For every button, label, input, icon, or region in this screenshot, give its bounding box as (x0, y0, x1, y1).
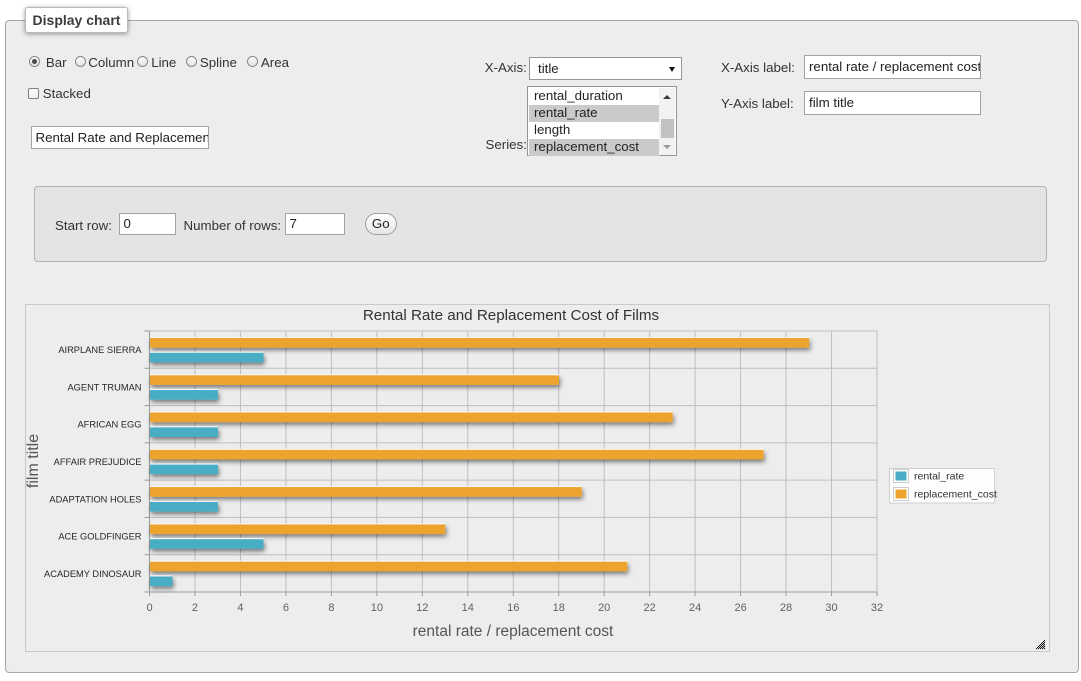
svg-text:replacement_cost: replacement_cost (914, 489, 997, 501)
svg-text:24: 24 (689, 602, 701, 614)
svg-text:16: 16 (507, 602, 519, 614)
svg-text:ADAPTATION HOLES: ADAPTATION HOLES (49, 494, 141, 504)
svg-text:AFRICAN EGG: AFRICAN EGG (77, 420, 141, 430)
svg-text:6: 6 (283, 602, 289, 614)
svg-text:10: 10 (371, 602, 383, 614)
svg-text:26: 26 (734, 602, 746, 614)
svg-text:0: 0 (146, 602, 152, 614)
svg-text:4: 4 (237, 602, 243, 614)
svg-text:28: 28 (780, 602, 792, 614)
svg-text:20: 20 (598, 602, 610, 614)
svg-text:12: 12 (416, 602, 428, 614)
svg-text:30: 30 (825, 602, 837, 614)
svg-text:32: 32 (871, 602, 883, 614)
svg-text:rental rate / replacement cost: rental rate / replacement cost (413, 623, 614, 640)
svg-text:14: 14 (462, 602, 474, 614)
svg-text:2: 2 (192, 602, 198, 614)
svg-text:AGENT TRUMAN: AGENT TRUMAN (67, 382, 141, 392)
svg-text:ACE GOLDFINGER: ACE GOLDFINGER (58, 532, 141, 542)
svg-text:Rental Rate and Replacement Co: Rental Rate and Replacement Cost of Film… (363, 307, 660, 324)
svg-text:22: 22 (644, 602, 656, 614)
svg-text:8: 8 (328, 602, 334, 614)
svg-text:AIRPLANE SIERRA: AIRPLANE SIERRA (58, 345, 142, 355)
svg-text:film title: film title (26, 434, 42, 488)
svg-text:rental_rate: rental_rate (914, 471, 964, 483)
svg-text:ACADEMY DINOSAUR: ACADEMY DINOSAUR (44, 569, 142, 579)
svg-text:AFFAIR PREJUDICE: AFFAIR PREJUDICE (54, 457, 142, 467)
svg-text:18: 18 (553, 602, 565, 614)
